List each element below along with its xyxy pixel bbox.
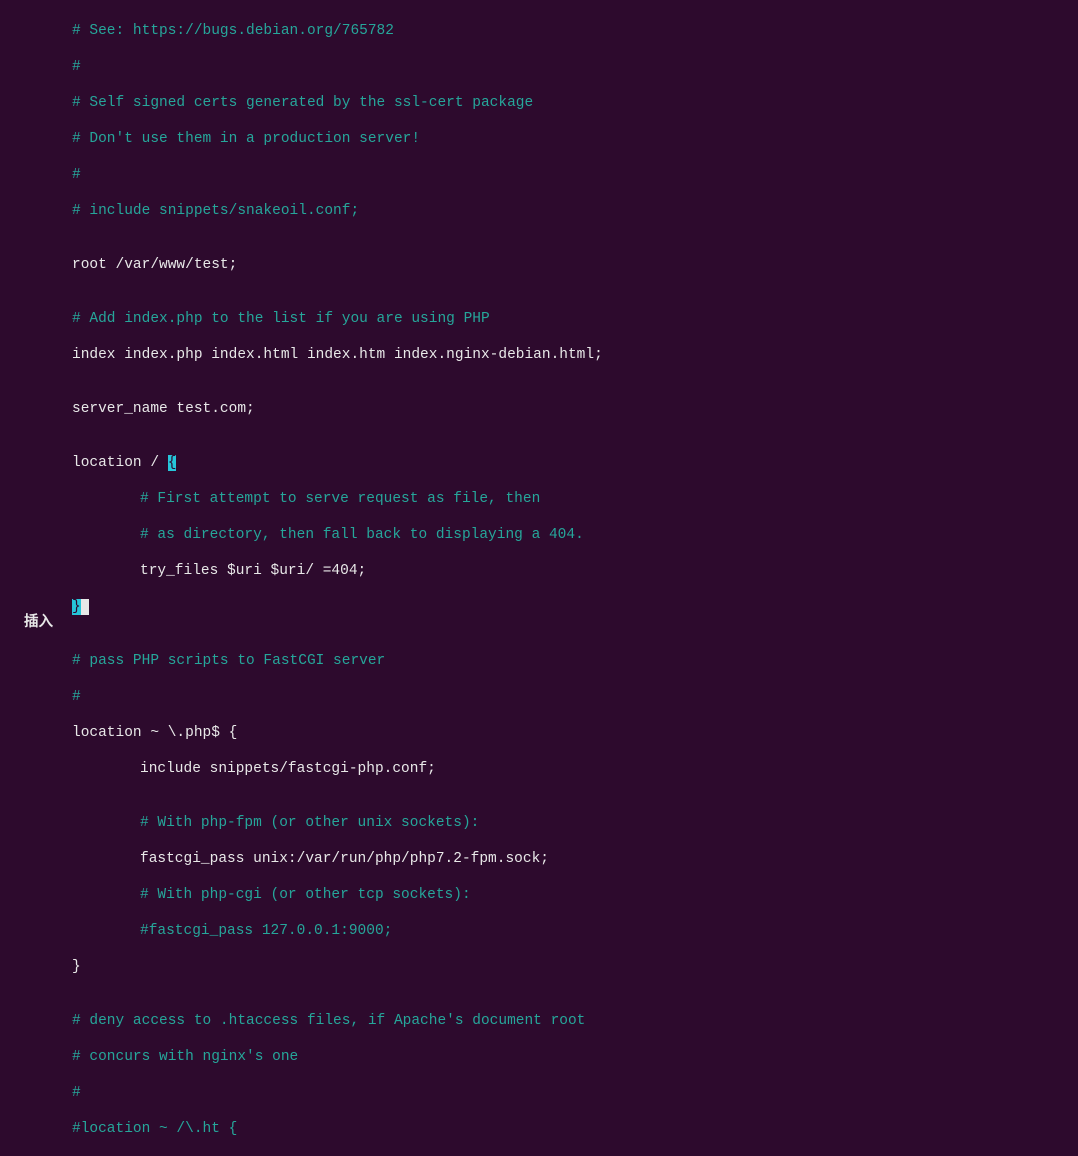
code-line: location / <box>72 455 168 471</box>
code-line: } <box>72 959 81 975</box>
code-line: # <box>72 1085 81 1101</box>
code-line: #location ~ /\.ht { <box>72 1121 237 1137</box>
editor-mode-indicator: 插入 <box>24 614 53 632</box>
code-line: server_name test.com; <box>72 401 255 417</box>
code-line: # <box>72 59 81 75</box>
matching-brace-close: } <box>72 599 81 615</box>
code-line: # With php-fpm (or other unix sockets): <box>140 815 479 831</box>
code-line: # concurs with nginx's one <box>72 1049 298 1065</box>
code-line: # as directory, then fall back to displa… <box>140 527 584 543</box>
code-line: # <box>72 167 81 183</box>
code-line: index index.php index.html index.htm ind… <box>72 347 603 363</box>
code-line: location ~ \.php$ { <box>72 725 237 741</box>
code-editor[interactable]: # See: https://bugs.debian.org/765782 # … <box>0 0 1078 1156</box>
code-line: # Add index.php to the list if you are u… <box>72 311 490 327</box>
code-line: # pass PHP scripts to FastCGI server <box>72 653 385 669</box>
code-line: # See: https://bugs.debian.org/765782 <box>72 23 394 39</box>
matching-brace-open: { <box>168 455 177 471</box>
code-line: root /var/www/test; <box>72 257 237 273</box>
code-line: # Don't use them in a production server! <box>72 131 420 147</box>
code-line: # <box>72 689 81 705</box>
code-line: include snippets/fastcgi-php.conf; <box>140 761 436 777</box>
code-line: # First attempt to serve request as file… <box>140 491 540 507</box>
code-line: # Self signed certs generated by the ssl… <box>72 95 533 111</box>
code-line: # deny access to .htaccess files, if Apa… <box>72 1013 585 1029</box>
code-line: #fastcgi_pass 127.0.0.1:9000; <box>140 923 392 939</box>
cursor-position <box>81 599 90 615</box>
code-line: fastcgi_pass unix:/var/run/php/php7.2-fp… <box>140 851 549 867</box>
code-line: try_files $uri $uri/ =404; <box>140 563 366 579</box>
code-line: # With php-cgi (or other tcp sockets): <box>140 887 471 903</box>
code-line: # include snippets/snakeoil.conf; <box>72 203 359 219</box>
